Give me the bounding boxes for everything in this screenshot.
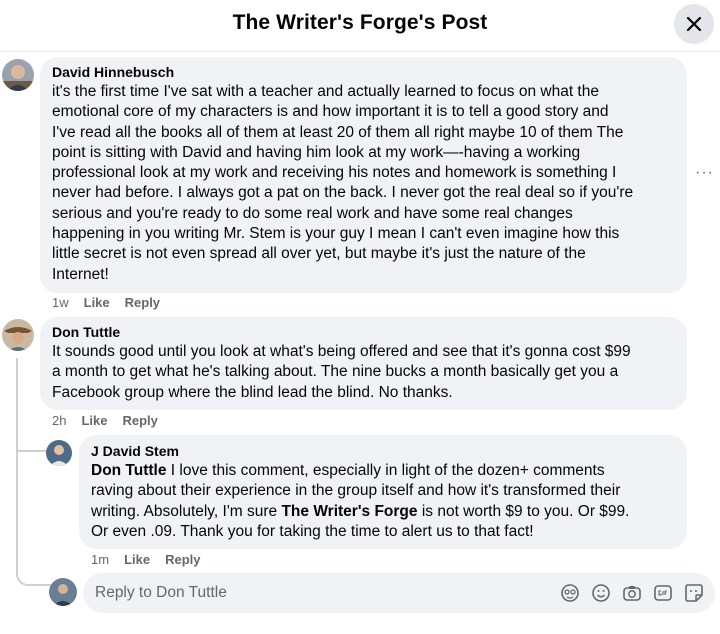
reply-text: Don Tuttle I love this comment, especial… bbox=[91, 461, 675, 542]
avatar[interactable] bbox=[2, 319, 34, 351]
camera-icon[interactable] bbox=[621, 582, 643, 604]
post-header: The Writer's Forge's Post bbox=[0, 0, 720, 52]
more-options-icon[interactable]: ··· bbox=[695, 164, 714, 182]
avatar[interactable] bbox=[2, 59, 34, 91]
comment-text: It sounds good until you look at what's … bbox=[52, 343, 631, 401]
avatar[interactable] bbox=[49, 578, 77, 606]
comment-bubble: Don Tuttle It sounds good until you look… bbox=[40, 317, 687, 410]
reply-author[interactable]: J David Stem bbox=[91, 443, 675, 460]
comment-time[interactable]: 1w bbox=[52, 295, 69, 310]
reply-button[interactable]: Reply bbox=[122, 413, 157, 428]
gif-icon[interactable] bbox=[652, 582, 674, 604]
comment-time[interactable]: 2h bbox=[52, 413, 66, 428]
comment-actions: 2h Like Reply bbox=[52, 413, 158, 428]
reply-actions: 1m Like Reply bbox=[91, 552, 200, 567]
comment-author[interactable]: David Hinnebusch bbox=[52, 64, 675, 81]
reply-bubble: J David Stem Don Tuttle I love this comm… bbox=[79, 435, 687, 549]
comment-bubble: David Hinnebusch it's the first time I'v… bbox=[40, 57, 687, 293]
close-button[interactable] bbox=[674, 4, 714, 44]
avatar-icon bbox=[46, 440, 72, 466]
reply-button[interactable]: Reply bbox=[125, 295, 160, 310]
comment-author[interactable]: Don Tuttle bbox=[52, 324, 675, 341]
reply-placeholder: Reply to Don Tuttle bbox=[95, 584, 227, 601]
input-actions bbox=[559, 582, 705, 604]
close-icon bbox=[686, 16, 702, 32]
emoji-icon[interactable] bbox=[590, 582, 612, 604]
like-button[interactable]: Like bbox=[81, 413, 107, 428]
page-title: The Writer's Forge's Post bbox=[232, 11, 488, 34]
sticker-icon[interactable] bbox=[559, 582, 581, 604]
avatar[interactable] bbox=[46, 440, 72, 466]
avatar-icon bbox=[2, 59, 34, 91]
emoji-sticker-icon[interactable] bbox=[683, 582, 705, 604]
page-link[interactable]: The Writer's Forge bbox=[281, 503, 417, 520]
like-button[interactable]: Like bbox=[124, 552, 150, 567]
mention-link[interactable]: Don Tuttle bbox=[91, 462, 166, 479]
comment-actions: 1w Like Reply bbox=[52, 295, 160, 310]
avatar-icon bbox=[49, 578, 77, 606]
avatar-icon bbox=[2, 319, 34, 351]
reply-button[interactable]: Reply bbox=[165, 552, 200, 567]
reply-input[interactable]: Reply to Don Tuttle bbox=[83, 573, 715, 613]
comment-time[interactable]: 1m bbox=[91, 552, 109, 567]
like-button[interactable]: Like bbox=[84, 295, 110, 310]
comment-text: it's the first time I've sat with a teac… bbox=[52, 83, 634, 283]
